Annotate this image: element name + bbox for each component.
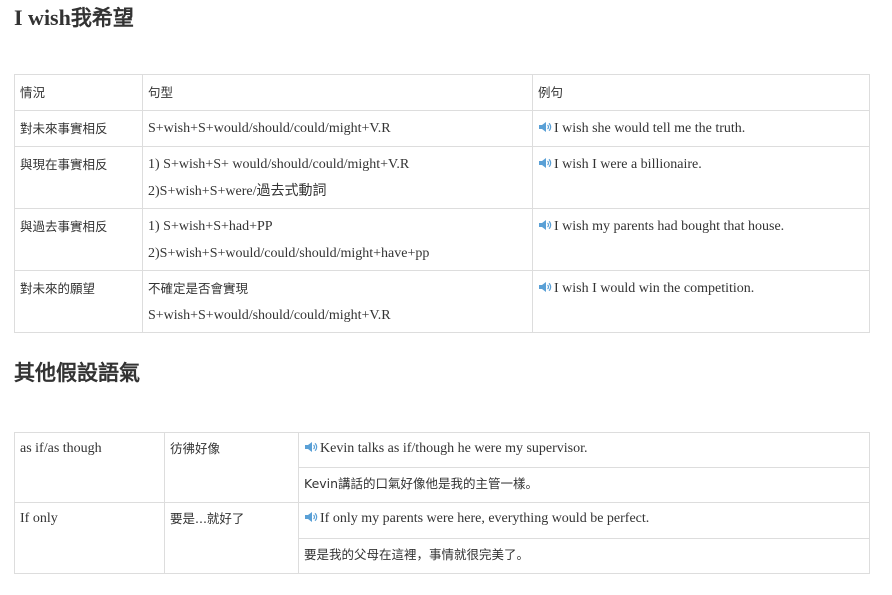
speaker-icon[interactable]	[538, 281, 552, 293]
pattern-cell: S+wish+S+would/should/could/might+V.R	[142, 110, 533, 147]
meaning-cell: 彷彿好像	[164, 432, 299, 503]
example-cell: I wish my parents had bought that house.	[532, 208, 870, 271]
pattern-cell: 1) S+wish+S+ would/should/could/might+V.…	[142, 146, 533, 209]
table-row: 對未來事實相反 S+wish+S+would/should/could/migh…	[14, 110, 870, 147]
speaker-icon[interactable]	[538, 121, 552, 133]
example-sentence: I wish I would win the competition.	[554, 281, 755, 296]
table-header-row: 情況 句型 例句	[14, 74, 870, 111]
example-cell: I wish she would tell me the truth.	[532, 110, 870, 147]
table-row: 與現在事實相反 1) S+wish+S+ would/should/could/…	[14, 146, 870, 209]
pattern-cell: 不確定是否會實現 S+wish+S+would/should/could/migh…	[142, 270, 533, 333]
meaning-cell: 要是...就好了	[164, 502, 299, 574]
speaker-icon[interactable]	[538, 219, 552, 231]
example-sentence: I wish she would tell me the truth.	[554, 121, 746, 136]
other-subjunctive-table: as if/as though 彷彿好像 Kevin talks as if/t…	[14, 432, 870, 574]
table-row: 與過去事實相反 1) S+wish+S+had+PP 2)S+wish+S+wou…	[14, 208, 870, 271]
column-header-example: 例句	[532, 74, 870, 111]
speaker-icon[interactable]	[538, 157, 552, 169]
situation-cell: 對未來事實相反	[14, 110, 143, 147]
example-sentence: I wish I were a billionaire.	[554, 157, 702, 172]
translation-cell: Kevin講話的口氣好像他是我的主管一樣。	[298, 467, 870, 503]
example-cell: If only my parents were here, everything…	[298, 502, 870, 539]
i-wish-table: 情況 句型 例句 對未來事實相反 S+wish+S+would/should/c…	[14, 74, 870, 333]
example-cell: Kevin talks as if/though he were my supe…	[298, 432, 870, 468]
section-heading-other-subjunctive: 其他假設語氣	[14, 361, 140, 385]
column-header-pattern: 句型	[142, 74, 533, 111]
example-cell: I wish I would win the competition.	[532, 270, 870, 333]
speaker-icon[interactable]	[304, 441, 318, 453]
situation-cell: 與過去事實相反	[14, 208, 143, 271]
pattern-cell: 1) S+wish+S+had+PP 2)S+wish+S+would/could…	[142, 208, 533, 271]
translation-cell: 要是我的父母在這裡，事情就很完美了。	[298, 538, 870, 574]
column-header-situation: 情況	[14, 74, 143, 111]
example-cell: I wish I were a billionaire.	[532, 146, 870, 209]
speaker-icon[interactable]	[304, 511, 318, 523]
example-sentence: Kevin talks as if/though he were my supe…	[320, 441, 588, 456]
situation-cell: 對未來的願望	[14, 270, 143, 333]
table-row: 對未來的願望 不確定是否會實現 S+wish+S+would/should/cou…	[14, 270, 870, 333]
phrase-cell: as if/as though	[14, 432, 165, 503]
example-sentence: I wish my parents had bought that house.	[554, 219, 785, 234]
section-heading-i-wish: I wish我希望	[14, 5, 134, 30]
example-sentence: If only my parents were here, everything…	[320, 511, 650, 526]
table-row: as if/as though 彷彿好像 Kevin talks as if/t…	[14, 432, 870, 503]
situation-cell: 與現在事實相反	[14, 146, 143, 209]
table-row: If only 要是...就好了 If only my parents were…	[14, 502, 870, 574]
phrase-cell: If only	[14, 502, 165, 574]
